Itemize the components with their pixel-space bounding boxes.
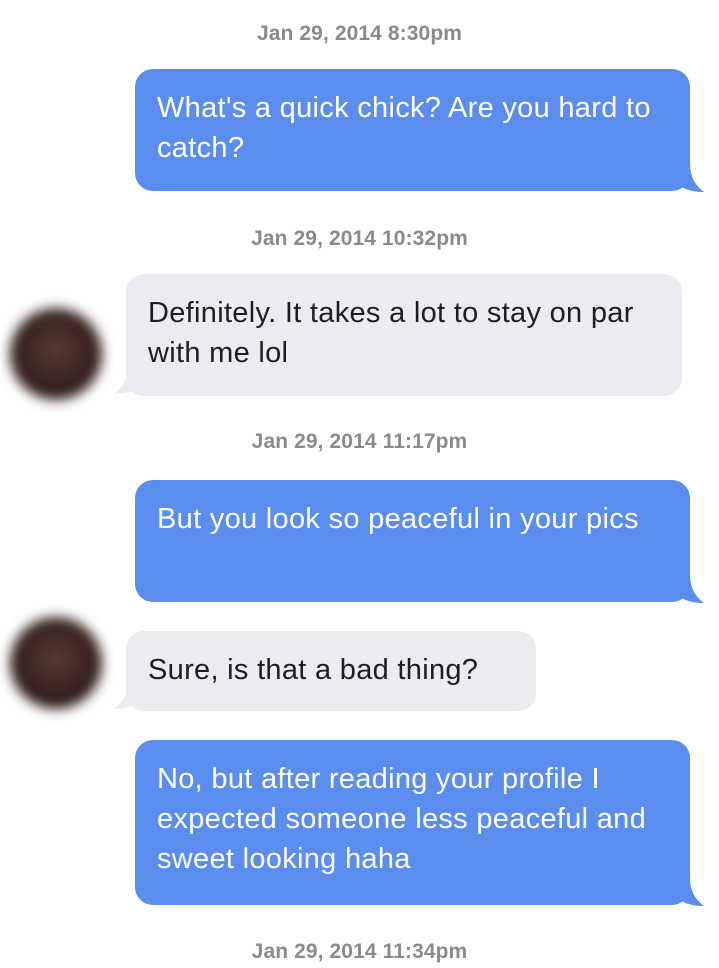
- received-message-text: Sure, is that a bad thing?: [126, 631, 536, 711]
- sent-bubble-tail: [676, 164, 704, 192]
- timestamp: Jan 29, 2014 11:34pm: [251, 940, 468, 963]
- sent-message-text: What's a quick chick? Are you hard to ca…: [135, 69, 690, 191]
- timestamp: Jan 29, 2014 8:30pm: [256, 22, 463, 45]
- sent-message-text: No, but after reading your profile I exp…: [135, 740, 690, 905]
- received-message-text: Definitely. It takes a lot to stay on pa…: [126, 274, 682, 396]
- sent-message-text: But you look so peaceful in your pics: [135, 480, 690, 602]
- received-bubble-tail: [114, 366, 142, 394]
- sent-bubble-tail: [676, 878, 704, 906]
- sent-bubble-tail: [676, 575, 704, 603]
- timestamp: Jan 29, 2014 10:32pm: [251, 227, 468, 250]
- contact-avatar[interactable]: [10, 308, 102, 400]
- received-bubble-tail: [114, 681, 142, 709]
- contact-avatar[interactable]: [10, 617, 102, 709]
- timestamp: Jan 29, 2014 11:17pm: [251, 430, 468, 453]
